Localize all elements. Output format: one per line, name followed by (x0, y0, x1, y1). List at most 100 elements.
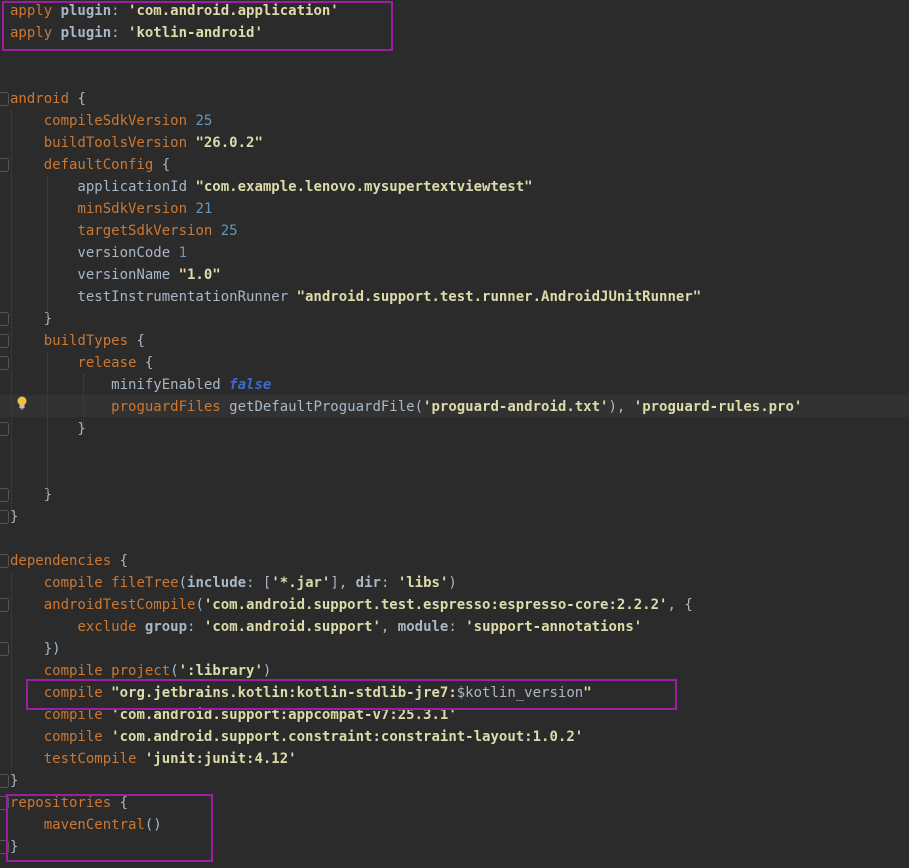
code-token: module (397, 619, 449, 635)
code-line[interactable]: applicationId "com.example.lenovo.mysupe… (10, 176, 532, 198)
code-line[interactable]: buildTypes { (10, 330, 145, 352)
code-token: testInstrumentationRunner (10, 289, 297, 305)
code-token: , { (667, 597, 693, 613)
code-token: "android.support.test.runner.AndroidJUni… (296, 289, 702, 305)
code-line[interactable]: minSdkVersion 21 (10, 198, 212, 220)
indent-guide (83, 374, 84, 426)
fold-marker-icon[interactable] (0, 92, 9, 106)
fold-marker-icon[interactable] (0, 642, 9, 656)
code-line[interactable]: compileSdkVersion 25 (10, 110, 213, 132)
code-token: ], (330, 575, 356, 591)
code-token: 'junit:junit:4.12' (144, 751, 297, 767)
code-token: getDefaultProguardFile( (220, 399, 424, 415)
code-token: versionName (10, 267, 179, 283)
code-token: ( (178, 575, 188, 591)
code-token: : [ (246, 575, 272, 591)
code-token: : (187, 619, 204, 635)
code-token: { (136, 355, 154, 371)
code-token: "1.0" (178, 267, 221, 283)
code-line[interactable]: versionName "1.0" (10, 264, 221, 286)
fold-marker-icon[interactable] (0, 422, 9, 436)
code-token: { (128, 333, 145, 349)
lightbulb-icon[interactable] (16, 396, 28, 410)
fold-marker-icon[interactable] (0, 774, 9, 788)
code-token: 'proguard-android.txt' (423, 399, 609, 415)
fold-marker-icon[interactable] (0, 334, 9, 348)
code-token: : (380, 575, 398, 591)
code-line[interactable]: versionCode 1 (10, 242, 187, 264)
fold-marker-icon[interactable] (0, 356, 9, 370)
code-line[interactable]: } (10, 308, 52, 330)
code-line[interactable]: testCompile 'junit:junit:4.12' (10, 748, 297, 770)
code-token: androidTestCompile (43, 597, 196, 613)
code-token: 1 (178, 245, 188, 261)
code-line[interactable]: androidTestCompile('com.android.support.… (10, 594, 693, 616)
code-token: release (77, 355, 137, 371)
code-token: 'com.android.support' (203, 619, 381, 635)
code-token: 'libs' (397, 575, 449, 591)
code-token: exclude (77, 619, 137, 635)
code-line[interactable]: } (10, 484, 52, 506)
code-line[interactable]: targetSdkVersion 25 (10, 220, 238, 242)
code-line[interactable]: testInstrumentationRunner "android.suppo… (10, 286, 701, 308)
fold-marker-icon[interactable] (0, 510, 9, 524)
code-token: { (111, 553, 129, 569)
code-token: buildToolsVersion (43, 135, 188, 151)
code-line[interactable]: release { (10, 352, 153, 374)
code-token: proguardFiles (111, 399, 221, 415)
code-line[interactable]: proguardFiles getDefaultProguardFile('pr… (10, 396, 802, 418)
code-token: 'com.android.support.test.espresso:espre… (203, 597, 668, 613)
code-line[interactable]: buildToolsVersion "26.0.2" (10, 132, 263, 154)
code-token: 'proguard-rules.pro' (633, 399, 803, 415)
fold-marker-icon[interactable] (0, 158, 9, 172)
code-token: "26.0.2" (195, 135, 263, 151)
fold-marker-icon[interactable] (0, 554, 9, 568)
code-token: 'support-annotations' (465, 619, 643, 635)
code-token: project (111, 663, 171, 679)
code-token: targetSdkVersion (77, 223, 213, 239)
code-token: ':library' (178, 663, 263, 679)
code-editor[interactable]: apply plugin: 'com.android.application' a… (0, 0, 909, 868)
code-line[interactable]: dependencies { (10, 550, 128, 572)
annotation-box-plugins (2, 1, 393, 51)
code-line[interactable]: }) (10, 638, 61, 660)
code-token: dependencies (10, 553, 112, 569)
code-line[interactable]: defaultConfig { (10, 154, 170, 176)
code-line[interactable]: minifyEnabled false (10, 374, 271, 396)
code-token: ( (170, 663, 179, 679)
fold-marker-icon[interactable] (0, 488, 9, 502)
code-line[interactable]: compile fileTree(include: ['*.jar'], dir… (10, 572, 457, 594)
code-token: android (10, 91, 70, 107)
code-token: compileSdkVersion (43, 113, 188, 129)
fold-marker-icon[interactable] (0, 312, 9, 326)
code-token: 21 (195, 201, 213, 217)
code-token: applicationId (10, 179, 196, 195)
code-token: minSdkVersion (77, 201, 188, 217)
code-token: ), (608, 399, 634, 415)
code-token: }) (10, 641, 61, 657)
code-line[interactable]: exclude group: 'com.android.support', mo… (10, 616, 642, 638)
code-token: false (229, 377, 272, 393)
code-token: group (144, 619, 188, 635)
code-token: dir (355, 575, 381, 591)
code-line[interactable]: android { (10, 88, 86, 110)
code-token: { (69, 91, 86, 107)
code-token: 25 (195, 113, 213, 129)
code-line[interactable]: compile 'com.android.support.constraint:… (10, 726, 583, 748)
annotation-box-kotlin-stdlib (26, 679, 677, 710)
code-token: fileTree (111, 575, 179, 591)
fold-marker-icon[interactable] (0, 598, 9, 612)
code-token: minifyEnabled (10, 377, 230, 393)
code-token: 25 (220, 223, 238, 239)
